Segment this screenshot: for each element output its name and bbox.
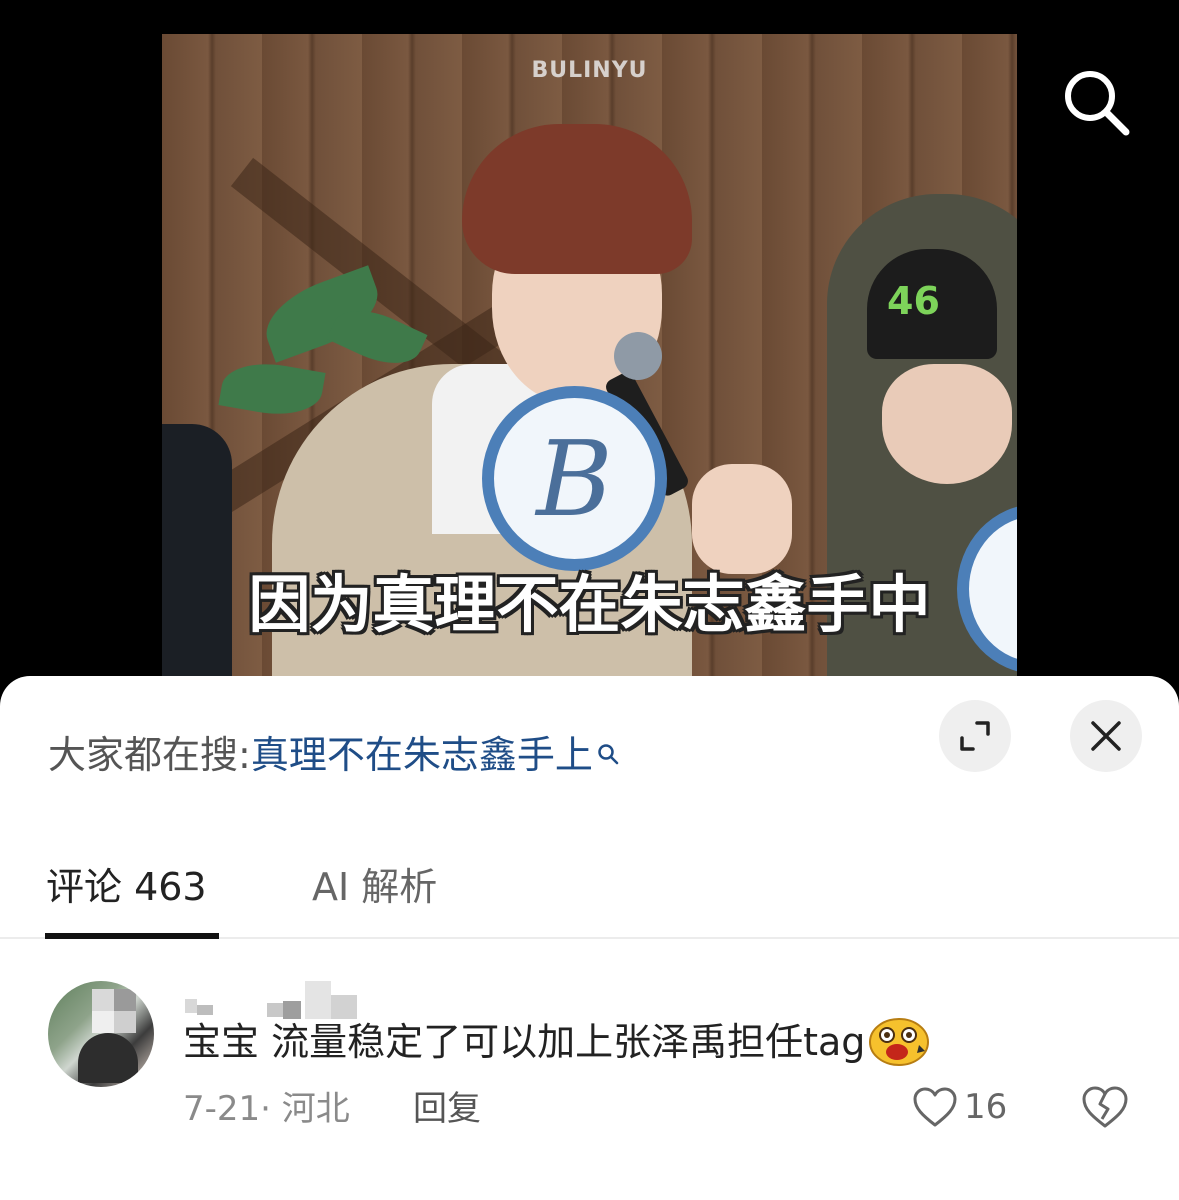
shocked-emoji-icon [867,1015,931,1067]
active-tab-indicator [45,933,219,939]
answer-sign: B [482,386,667,571]
video-player[interactable]: 46 B BULINYU 因为真理不在朱志鑫手中 [0,0,1179,700]
comment-text: 宝宝 流量稳定了可以加上张泽禹担任tag [183,1020,866,1064]
avatar-figure [78,1033,138,1083]
comment-item: 宝宝 流量稳定了可以加上张泽禹担任tag 7-21· 河北 回复 16 [0,941,1179,1200]
hot-search: 大家都在搜:真理不在朱志鑫手上 [48,724,619,779]
video-frame[interactable]: 46 B BULINYU 因为真理不在朱志鑫手中 [162,34,1017,684]
comment-meta: 7-21· 河北 [183,1089,350,1129]
comment-sheet: 大家都在搜:真理不在朱志鑫手上 评论 463 AI 解析 宝宝 流量稳定了可以加… [0,676,1179,1200]
avatar[interactable] [48,981,154,1087]
microphone-head [614,332,662,380]
close-icon [1091,721,1121,751]
hot-search-prefix: 大家都在搜: [48,733,251,777]
cap-number: 46 [887,279,940,323]
expand-icon [960,721,990,751]
dislike-button[interactable] [1081,1085,1129,1129]
person-hair [462,124,692,274]
avatar-mosaic [114,989,136,1011]
video-watermark: BULINYU [531,58,648,83]
search-icon [1065,71,1130,136]
heart-icon [913,1087,957,1127]
like-button[interactable]: 16 [912,1085,1007,1129]
like-count: 16 [964,1087,1008,1127]
search-icon[interactable] [597,730,619,774]
search-button[interactable] [1060,66,1132,138]
person-face-2 [882,364,1012,484]
plant-leaf [218,355,326,423]
avatar-mosaic [114,1011,136,1033]
video-subtitle: 因为真理不在朱志鑫手中 [248,568,931,641]
tab-ai-analysis[interactable]: AI 解析 [312,856,437,911]
close-button[interactable] [1070,700,1142,772]
avatar-mosaic [92,1011,114,1033]
expand-button[interactable] [939,700,1011,772]
tab-bar: 评论 463 AI 解析 [0,826,1179,939]
sign-letter: B [536,417,613,540]
hot-search-link[interactable]: 真理不在朱志鑫手上 [251,733,593,777]
broken-heart-icon [1082,1086,1128,1128]
tab-comments[interactable]: 评论 463 [46,856,207,911]
comment-body: 宝宝 流量稳定了可以加上张泽禹担任tag [183,1011,931,1067]
avatar-mosaic [92,989,114,1011]
reply-button[interactable]: 回复 [413,1081,481,1130]
